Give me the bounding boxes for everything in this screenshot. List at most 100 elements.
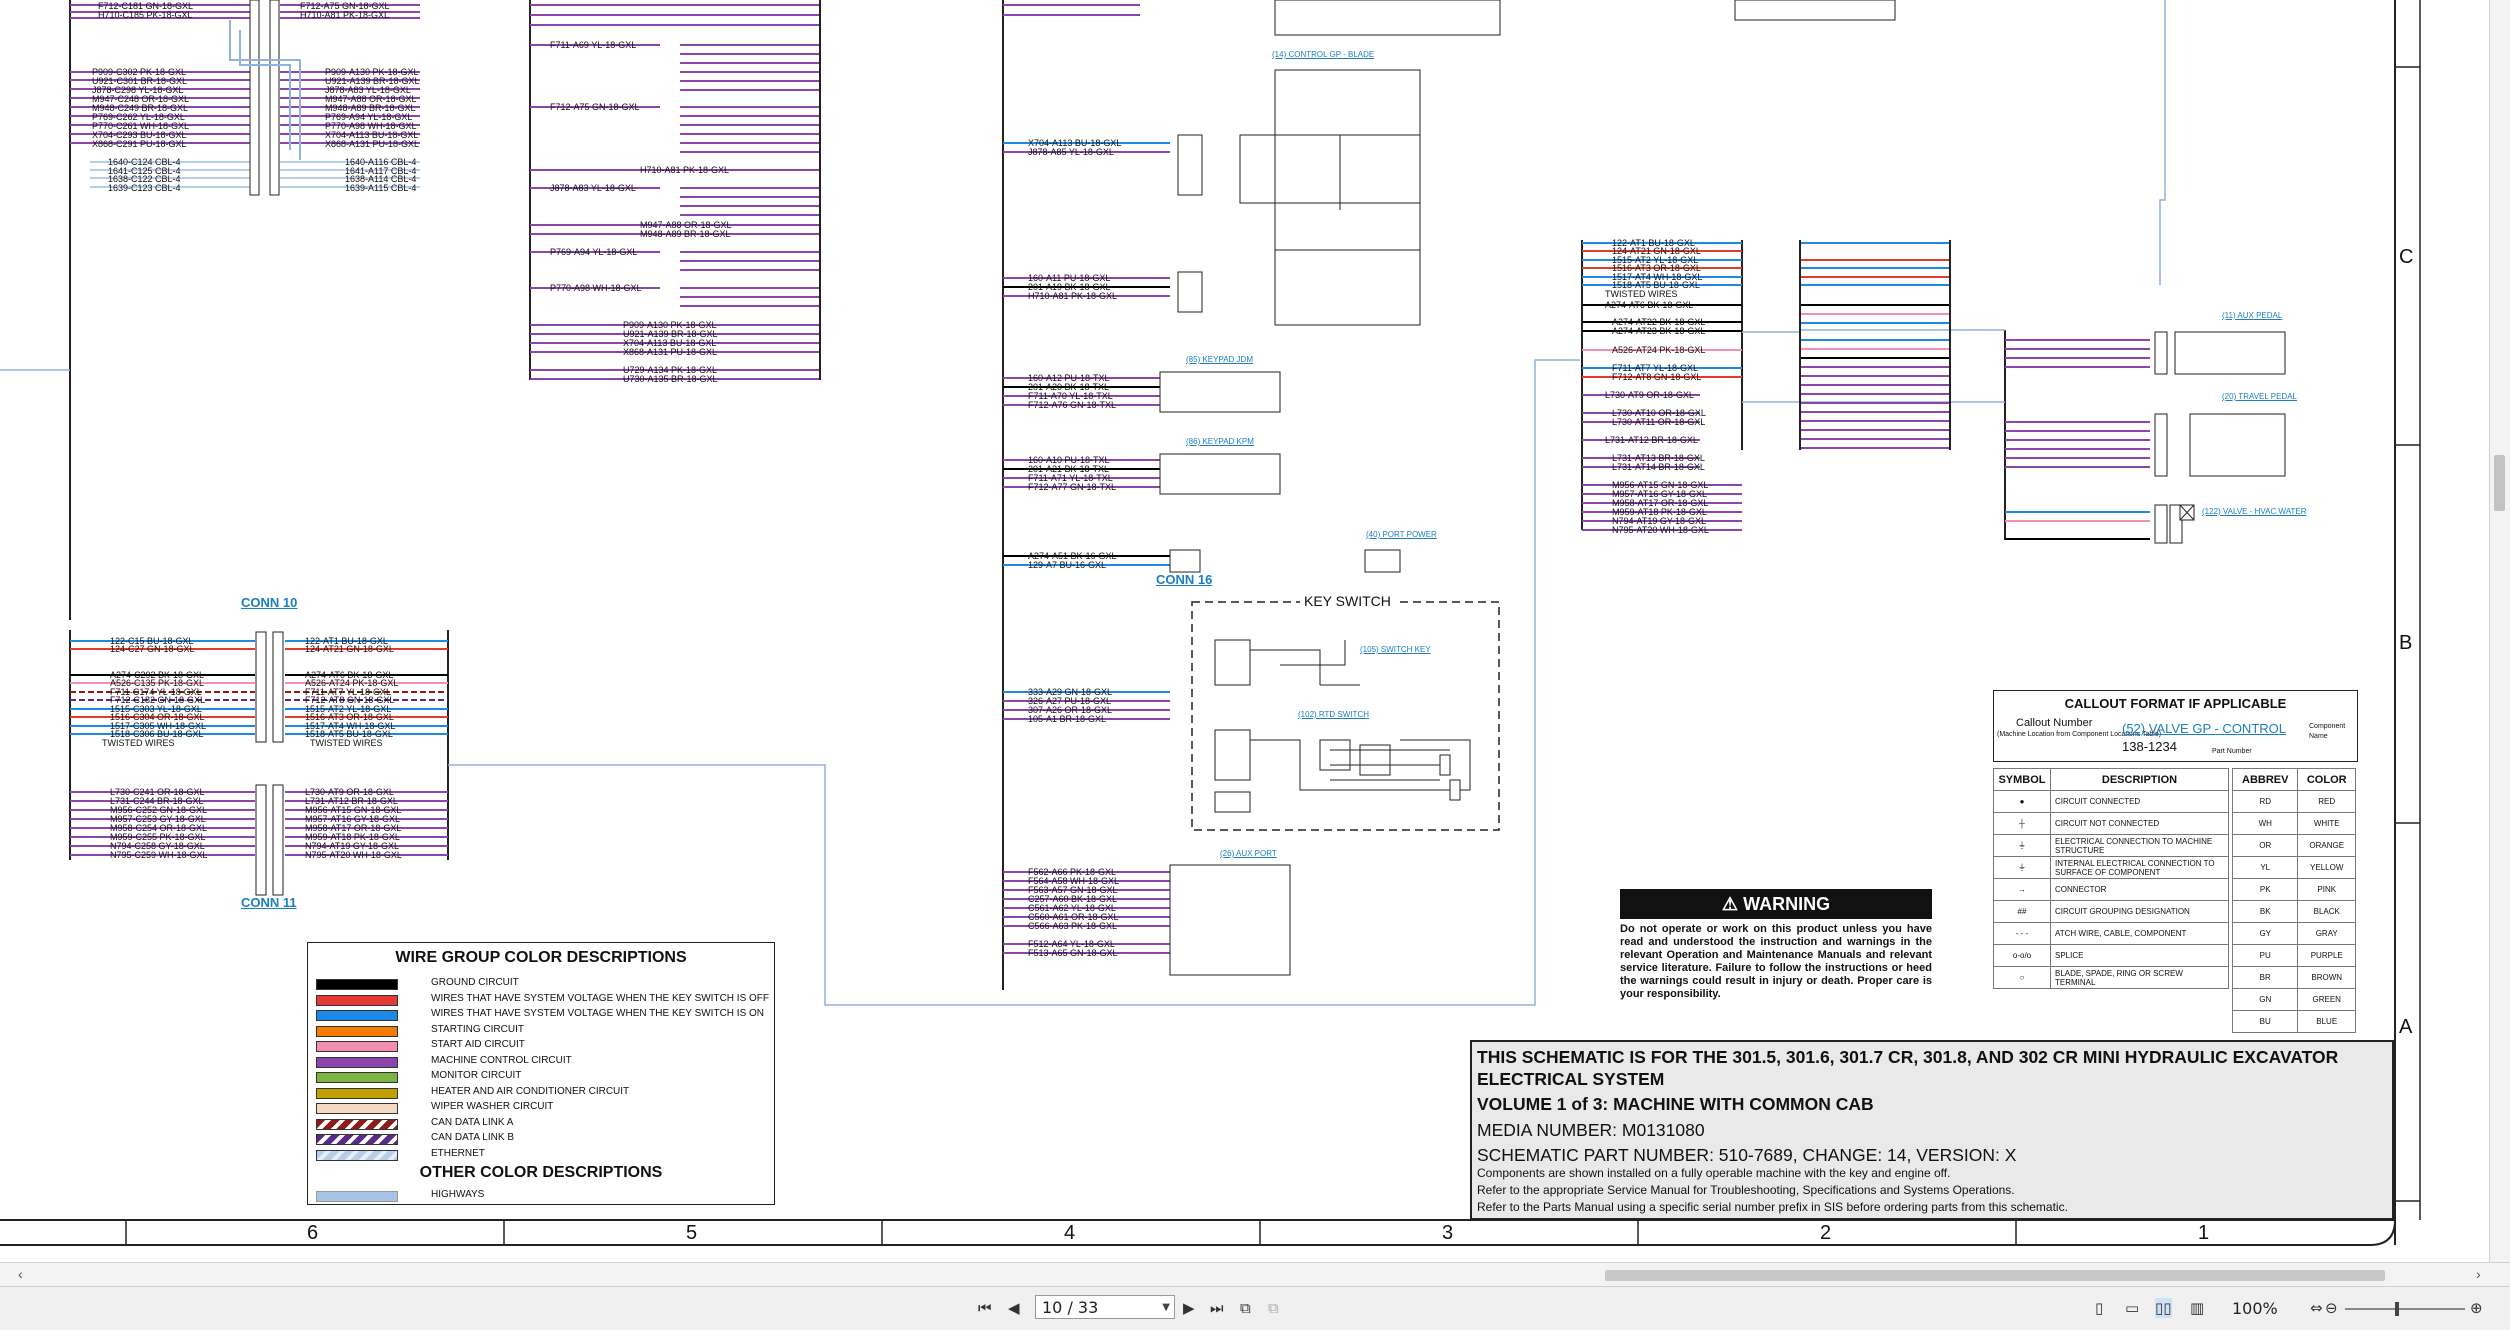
legend-row: GROUND CIRCUIT [316,977,766,990]
symbol-desc: CONNECTOR [2050,878,2229,901]
legend-swatch [316,1103,398,1114]
callout-keypad-kpm[interactable]: (86) KEYPAD KPM [1186,437,1254,447]
grid-row-label: C [2399,246,2414,268]
zoom-slider-knob[interactable] [2395,1302,2399,1316]
legend-row: WIRES THAT HAVE SYSTEM VOLTAGE WHEN THE … [316,992,770,1006]
symbol-desc: CIRCUIT NOT CONNECTED [2050,812,2229,835]
previous-page-icon[interactable]: ◀ [1008,1298,1020,1318]
conn-11-label[interactable]: CONN 11 [241,896,297,909]
grid-column-label: 6 [307,1222,319,1244]
symbol-desc: BLADE, SPADE, RING OR SCREW TERMINAL [2050,966,2229,989]
legend-label: WIRES THAT HAVE SYSTEM VOLTAGE WHEN THE … [431,992,770,1004]
callout-part-example: 138-1234 [2122,739,2177,754]
callout-travel-pedal[interactable]: (20) TRAVEL PEDAL [2222,392,2297,402]
legend-swatch [316,1118,398,1130]
legend-swatch [316,1191,398,1202]
symbol-desc: ELECTRICAL CONNECTION TO MACHINE STRUCTU… [2050,834,2229,857]
continuous-view-icon[interactable]: ▭ [2125,1298,2139,1318]
abbrev-color: PINK [2297,878,2356,901]
legend-swatch [316,1087,398,1099]
wire-label: X868-A131 PU-18-GXL [623,347,718,357]
fit-width-icon[interactable]: ⇔ [2310,1298,2323,1318]
copy-page-icon[interactable]: ⧉ [1240,1298,1251,1318]
callout-keypad-jdm[interactable]: (85) KEYPAD JDM [1186,355,1253,365]
callout-rtd-switch[interactable]: (102) RTD SWITCH [1298,710,1369,720]
callout-hvac-valve[interactable]: (122) VALVE - HVAC WATER [2202,507,2306,517]
wire-label: L730-AT11 OR-18-GXL [1612,417,1706,427]
wire-label: X868-C291 PU-18-GXL [92,139,187,149]
circuit-connected-icon: ● [1993,790,2051,813]
horizontal-scroll-thumb[interactable] [1605,1270,2385,1281]
scroll-left-icon[interactable]: ‹ [18,1266,23,1282]
next-page-icon[interactable]: ▶ [1183,1298,1195,1318]
callout-number-label: Callout Number [2016,717,2093,729]
color-header: COLOR [2297,768,2356,791]
zoom-in-icon[interactable]: ⊕ [2470,1298,2483,1318]
callout-aux-port[interactable]: (26) AUX PORT [1220,849,1277,859]
legend-label: STARTING CIRCUIT [431,1023,524,1035]
wire-label: L731-AT12 BR-18-GXL [1605,435,1698,445]
wire-label: A274-AT6 BK-18-GXL [1605,300,1694,310]
abbrev-color: WHITE [2297,812,2356,835]
legend-row: MACHINE CONTROL CIRCUIT [316,1055,766,1068]
legend-row: WIRES THAT HAVE SYSTEM VOLTAGE WHEN THE … [316,1008,766,1021]
abbrev-row: YL YELLOW [2231,856,2356,879]
callout-aux-pedal[interactable]: (11) AUX PEDAL [2222,311,2282,321]
schematic-part-number: SCHEMATIC PART NUMBER: 510-7689, CHANGE:… [1477,1145,2017,1165]
two-page-continuous-icon[interactable]: ▥ [2190,1298,2204,1318]
single-page-view-icon[interactable]: ▯ [2095,1298,2103,1318]
legend-row: MONITOR CIRCUIT [316,1070,766,1083]
legend-swatch [316,1025,398,1037]
wire-label: N795-AT20 WH-18-GXL [1612,525,1709,535]
wire-label: P770-A98 WH-18-GXL [550,283,642,293]
legend-swatch [316,1149,398,1161]
zoom-slider[interactable] [2345,1302,2465,1316]
abbrev-row: RD RED [2231,790,2356,813]
two-page-view-icon[interactable]: ▯▯ [2155,1298,2172,1318]
zoom-level[interactable]: 100% [2232,1299,2278,1318]
wire-label: F711-A69 YL-18-GXL [550,40,637,50]
grid-column-label: 2 [1820,1222,1832,1244]
wire-label: H710-A81 PK-18-GXL [1028,291,1118,301]
legend-label: HEATER AND AIR CONDITIONER CIRCUIT [431,1085,630,1097]
wire-label: H710-A81 PK-18-GXL [640,165,730,175]
vertical-scrollbar[interactable] [2489,0,2510,1262]
legend-swatch [316,1056,398,1068]
page-number-select[interactable]: 10 / 33 ▼ [1035,1295,1175,1319]
callout-switch-key[interactable]: (105) SWITCH KEY [1360,645,1431,655]
abbrev-code: BU [2231,1010,2299,1033]
title-line-1: THIS SCHEMATIC IS FOR THE 301.5, 301.6, … [1477,1047,2339,1067]
callout-component-name: Component Name [2309,723,2346,740]
paste-page-icon[interactable]: ⧉ [1268,1298,1279,1318]
abbrev-color: PURPLE [2297,944,2356,967]
abbrev-code: YL [2231,856,2299,879]
callout-control-blade[interactable]: (14) CONTROL GP - BLADE [1272,50,1374,60]
conn-16-label[interactable]: CONN 16 [1156,573,1212,586]
callout-port-power[interactable]: (40) PORT POWER [1366,530,1437,540]
abbrev-row: GN GREEN [2231,988,2356,1011]
legend-row: WIPER WASHER CIRCUIT [316,1101,766,1114]
vertical-scroll-thumb[interactable] [2494,455,2505,511]
conn-10-label[interactable]: CONN 10 [241,596,297,609]
wire-label: 105-A1 BR-18-GXL [1028,714,1107,724]
wire-label: X868-A131 PU-18-GXL [325,139,420,149]
legend-row-highways: HIGHWAYS [316,1189,766,1202]
wire-label: F712-AT8 GN-18-GXL [1612,372,1702,382]
last-page-icon[interactable]: ⏭ [1210,1298,1224,1318]
wire-label: F712-A77 GN-18-TXL [1028,482,1117,492]
terminal-icon: ○ [1993,966,2051,989]
page-indicator: 10 / 33 [1042,1298,1099,1317]
wire-label: U730-A135 BR-18-GXL [623,374,718,384]
abbrev-color: YELLOW [2297,856,2356,879]
first-page-icon[interactable]: ⏮ [978,1298,992,1318]
wire-label: A526-AT24 PK-18-GXL [1612,345,1706,355]
wire-label: 124-C27 GN-18-GXL [110,644,195,654]
warning-box: ⚠ WARNING Do not operate or work on this… [1620,889,1932,1009]
legend-swatch [316,1072,398,1083]
scroll-right-icon[interactable]: › [2476,1266,2481,1282]
legend-label: ETHERNET [431,1147,485,1159]
legend-label: MONITOR CIRCUIT [431,1070,522,1081]
zoom-out-icon[interactable]: ⊖ [2325,1298,2338,1318]
wire-label: N795-C259 WH-18-GXL [110,850,208,860]
horizontal-scrollbar[interactable]: ‹ › [0,1262,2510,1287]
